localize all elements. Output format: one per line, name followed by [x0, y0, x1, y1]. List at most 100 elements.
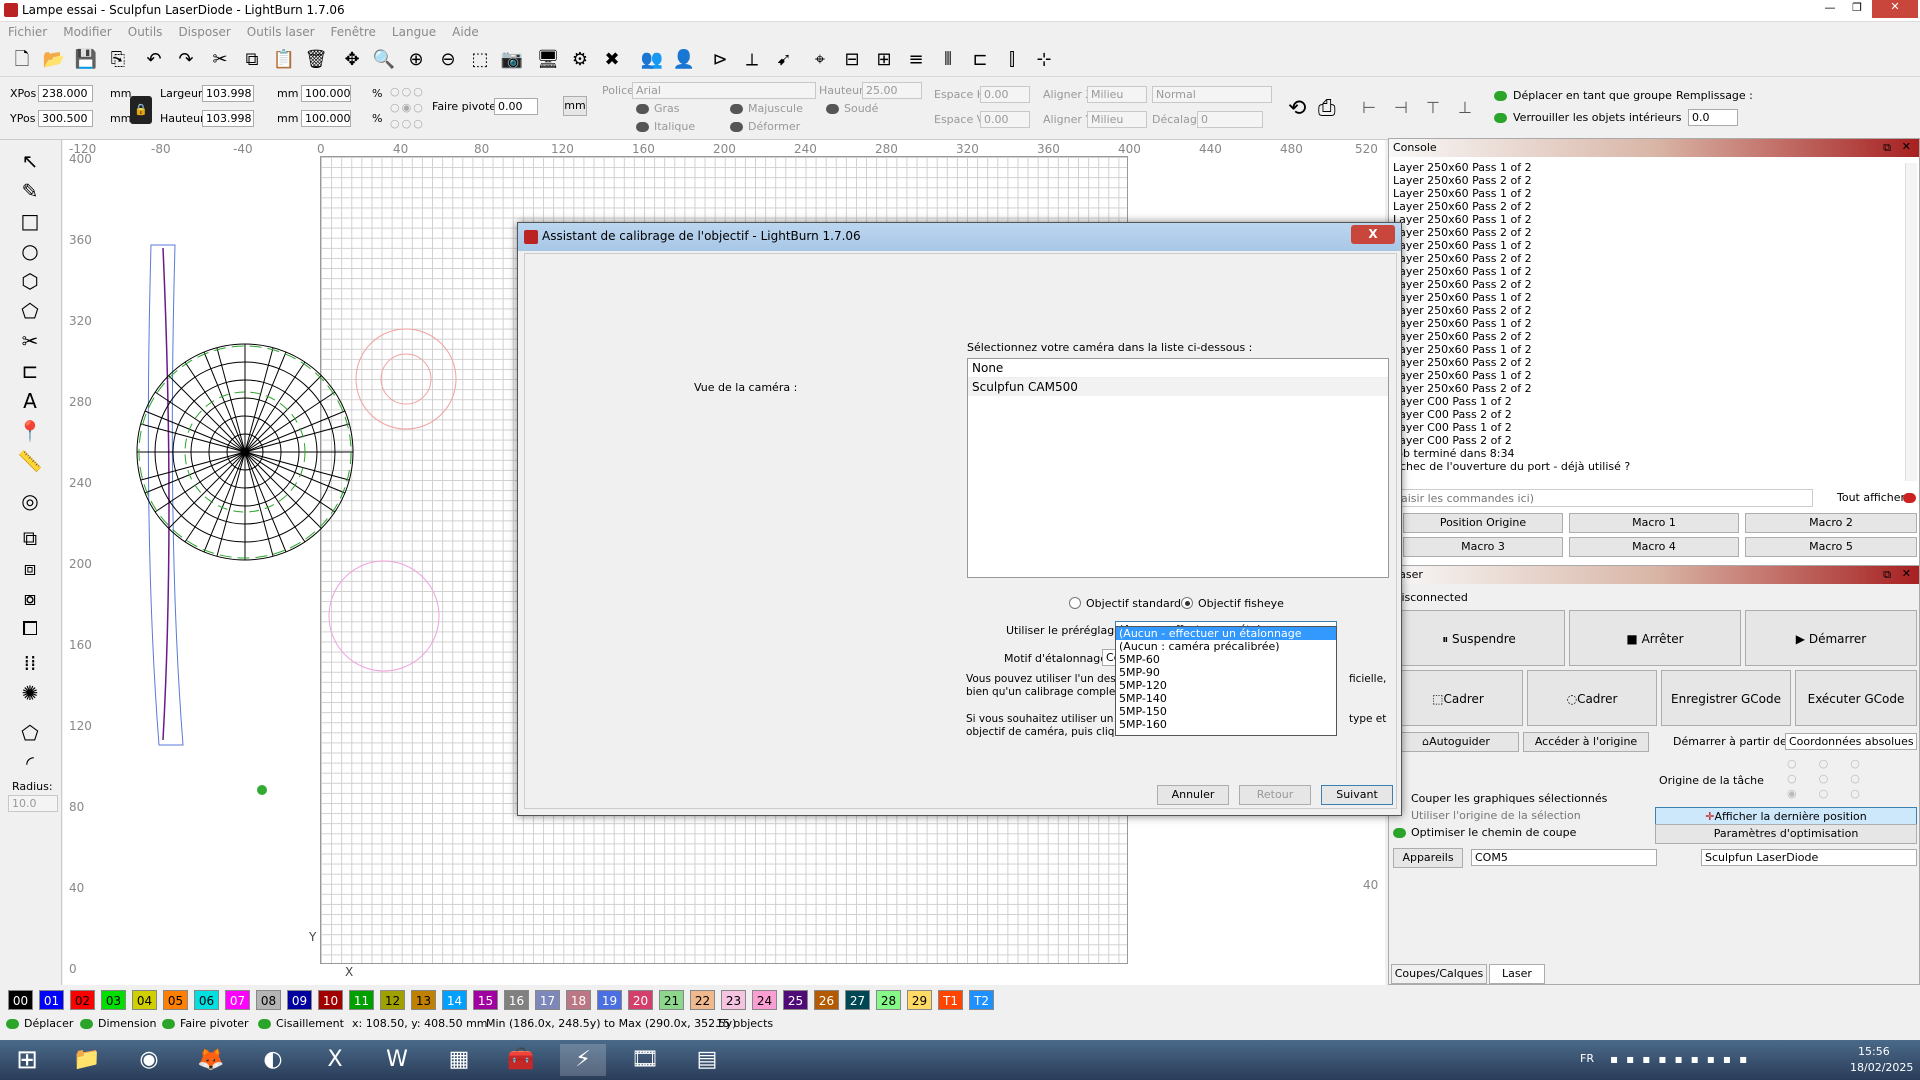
font-height-field[interactable]: 25.00 — [862, 82, 922, 99]
layer-color-swatch[interactable]: 23 — [721, 990, 746, 1010]
layer-color-swatch[interactable]: 15 — [473, 990, 498, 1010]
minimize-icon[interactable]: — — [1818, 1, 1842, 15]
xpos-field[interactable]: 238.000 — [38, 85, 93, 102]
back-button[interactable]: Retour — [1239, 785, 1311, 805]
tray-icons[interactable]: ▪▪▪▪▪▪▪▪▪ — [1610, 1052, 1755, 1066]
layer-color-swatch[interactable]: 19 — [597, 990, 622, 1010]
preset-option[interactable]: 5MP-160 — [1116, 718, 1336, 731]
layer-color-swatch[interactable]: 08 — [256, 990, 281, 1010]
standard-lens-radio[interactable] — [1069, 597, 1081, 609]
distribute-icon-1[interactable]: ⊏ — [968, 48, 992, 72]
menu-arrange[interactable]: Disposer — [170, 22, 238, 42]
italic-toggle[interactable] — [636, 122, 649, 132]
align-left-icon[interactable]: ⊢ — [1362, 98, 1376, 117]
layer-color-swatch[interactable]: 24 — [752, 990, 777, 1010]
ypos-field[interactable]: 300.500 — [38, 110, 93, 127]
layer-color-swatch[interactable]: 13 — [411, 990, 436, 1010]
offset-field[interactable]: 0 — [1197, 111, 1263, 128]
maximize-icon[interactable]: ❐ — [1845, 1, 1869, 15]
start-button[interactable]: ▶ Démarrer — [1745, 610, 1917, 666]
send-icon[interactable]: ➹ — [772, 48, 796, 72]
macro-1-button[interactable]: Macro 1 — [1569, 513, 1739, 533]
pause-button[interactable]: ⏸ Suspendre — [1393, 610, 1565, 666]
bold-toggle[interactable] — [636, 104, 649, 114]
polygon-tool-icon[interactable]: ⬡ — [17, 268, 43, 294]
layer-color-swatch[interactable]: 29 — [907, 990, 932, 1010]
command-input[interactable] — [1393, 489, 1813, 507]
fisheye-lens-radio[interactable] — [1181, 597, 1193, 609]
undock-icon[interactable]: ⧉ — [1883, 141, 1891, 155]
close-panel-icon[interactable]: ✕ — [1902, 140, 1911, 153]
calculator-icon[interactable]: ▦ — [436, 1044, 482, 1076]
dialog-close-icon[interactable]: X — [1351, 225, 1395, 244]
layer-color-swatch[interactable]: T2 — [969, 990, 994, 1010]
edit-nodes-icon[interactable]: ⬠ — [17, 298, 43, 324]
frame-rect-button[interactable]: ⬚Cadrer — [1393, 670, 1523, 726]
dimension-toggle[interactable] — [80, 1019, 93, 1029]
word-icon[interactable]: W — [374, 1044, 420, 1076]
text-tool-icon[interactable]: A — [17, 388, 43, 414]
zoom-in-icon[interactable]: ⊕ — [404, 48, 428, 72]
layer-color-swatch[interactable]: 18 — [566, 990, 591, 1010]
start-button-icon[interactable]: ⊞ — [4, 1044, 50, 1076]
zoom-frame-icon[interactable]: ⬚ — [468, 48, 492, 72]
job-origin-selector[interactable]: ○○○ ○○○ ◉○○ — [1787, 756, 1887, 800]
boolean-intersect-icon[interactable]: ⧇ — [17, 585, 43, 611]
file-explorer-icon[interactable]: 📁 — [64, 1044, 110, 1076]
trim-tool-icon[interactable]: ✂ — [17, 328, 43, 354]
welded-toggle[interactable] — [826, 104, 839, 114]
circular-array-icon[interactable]: ✺ — [17, 680, 43, 706]
delete-icon[interactable]: 🗑 — [304, 48, 328, 72]
layer-color-swatch[interactable]: 10 — [318, 990, 343, 1010]
optimize-toggle[interactable] — [1393, 828, 1406, 838]
menu-language[interactable]: Langue — [384, 22, 444, 42]
rectangle-tool-icon[interactable]: □ — [17, 208, 43, 234]
offset-tool-icon[interactable]: ◎ — [17, 488, 43, 514]
upper-toggle[interactable] — [730, 104, 743, 114]
layer-color-swatch[interactable]: 03 — [101, 990, 126, 1010]
units-button[interactable]: mm — [563, 96, 587, 116]
pan-icon[interactable]: ✥ — [340, 48, 364, 72]
center-icon[interactable]: ⌖ — [808, 48, 832, 72]
mirror-icon[interactable]: ⟂ — [740, 48, 764, 72]
close-window-icon[interactable]: ✕ — [1872, 0, 1918, 18]
layer-color-swatch[interactable]: 04 — [132, 990, 157, 1010]
align-top-icon[interactable]: ⊤ — [1426, 98, 1440, 117]
menu-laser-tools[interactable]: Outils laser — [239, 22, 323, 42]
node-edit-icon[interactable]: ⟲ — [1288, 96, 1306, 121]
layer-color-swatch[interactable]: 20 — [628, 990, 653, 1010]
firefox-icon[interactable]: 🦊 — [188, 1044, 234, 1076]
rotate-field[interactable]: 0.00 — [494, 98, 538, 115]
tab-laser[interactable]: Laser — [1489, 964, 1545, 984]
menu-edit[interactable]: Modifier — [55, 22, 120, 42]
ellipse-tool-icon[interactable]: ○ — [17, 238, 43, 264]
aligny-select[interactable]: Milieu — [1087, 111, 1147, 128]
fill-field[interactable]: 0.0 — [1688, 109, 1738, 126]
rotate-toggle[interactable] — [162, 1019, 175, 1029]
flip-horizontal-icon[interactable]: ⊳ — [708, 48, 732, 72]
macro-2-button[interactable]: Macro 2 — [1745, 513, 1917, 533]
origin-selector[interactable]: ○○○ ○◉○ ○○○ — [390, 84, 426, 134]
layer-color-swatch[interactable]: 09 — [287, 990, 312, 1010]
lock-inner-toggle[interactable] — [1494, 113, 1507, 123]
undock-icon[interactable]: ⧉ — [1883, 568, 1891, 582]
language-indicator[interactable]: FR — [1580, 1052, 1594, 1065]
redo-icon[interactable]: ↷ — [174, 48, 198, 72]
distribute-icon-3[interactable]: ⊹ — [1032, 48, 1056, 72]
camera-icon[interactable]: 📷 — [500, 48, 524, 72]
spreadsheet-icon[interactable]: ▤ — [684, 1044, 730, 1076]
align-icon-4[interactable]: ⫴ — [936, 48, 960, 72]
align-icon-3[interactable]: ≡ — [904, 48, 928, 72]
font-select[interactable]: Arial — [632, 82, 816, 99]
group-move-toggle[interactable] — [1494, 91, 1507, 101]
height-percent-field[interactable]: 100.000 — [301, 110, 351, 127]
save-gcode-button[interactable]: Enregistrer GCode — [1661, 670, 1791, 726]
settings-gear-icon[interactable]: ⚙ — [568, 48, 592, 72]
port-select[interactable]: COM5 — [1471, 849, 1657, 866]
run-gcode-button[interactable]: Exécuter GCode — [1795, 670, 1917, 726]
layer-color-swatch[interactable]: 11 — [349, 990, 374, 1010]
close-panel-icon[interactable]: ✕ — [1902, 567, 1911, 580]
select-tool-icon[interactable]: ↖ — [17, 148, 43, 174]
layer-color-swatch[interactable]: 21 — [659, 990, 684, 1010]
layer-color-swatch[interactable]: 01 — [39, 990, 64, 1010]
